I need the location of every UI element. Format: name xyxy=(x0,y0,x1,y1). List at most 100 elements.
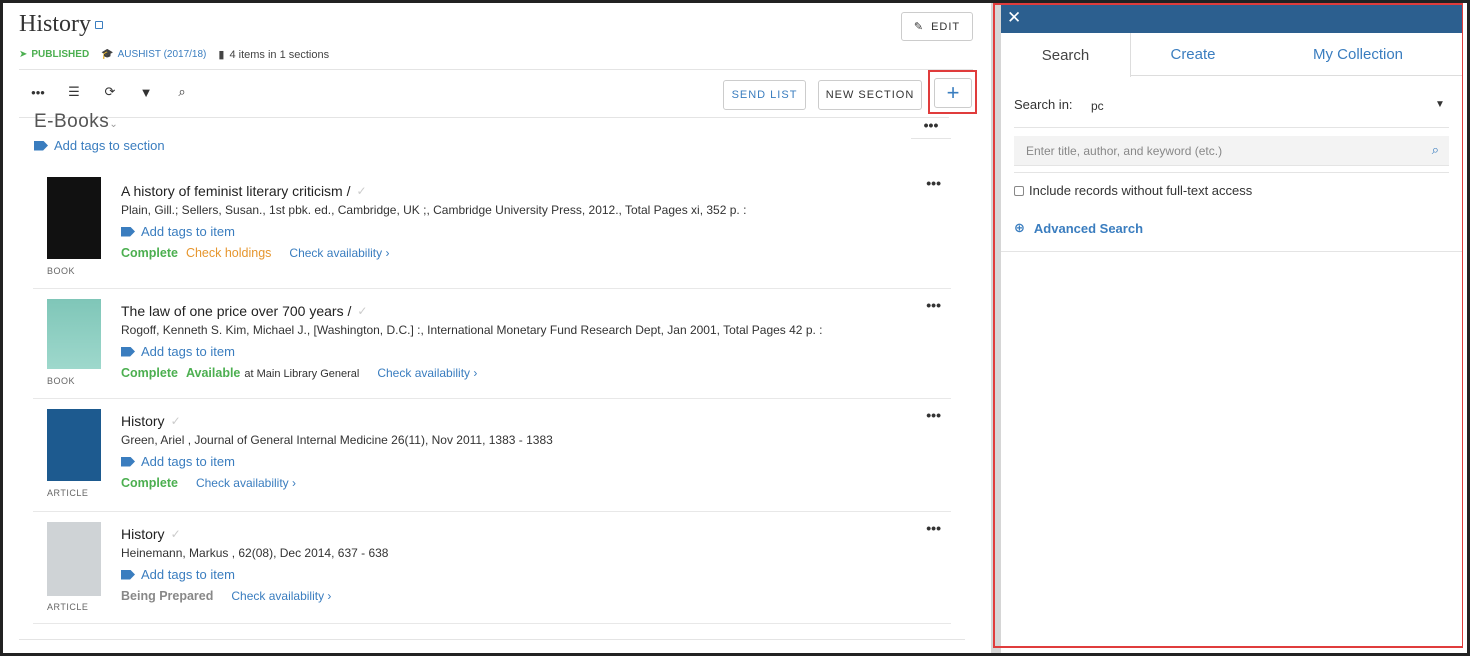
items-summary: ▮ 4 items in 1 sections xyxy=(218,48,330,62)
tab-my-collection[interactable]: My Collection xyxy=(1254,33,1462,76)
item-title-row: A history of feminist literary criticism… xyxy=(121,183,746,199)
add-tags-section-link[interactable]: Add tags to section xyxy=(34,138,165,153)
divider xyxy=(1014,127,1449,128)
add-tags-item-link[interactable]: Add tags to item xyxy=(121,224,746,239)
paper-plane-icon: ➤ xyxy=(19,49,28,60)
cover-thumbnail[interactable] xyxy=(47,299,101,369)
add-tags-item-link[interactable]: Add tags to item xyxy=(121,344,823,359)
list-item[interactable]: ARTICLE History ✓ Green, Ariel , Journal… xyxy=(33,399,951,512)
tag-icon xyxy=(121,456,135,467)
tag-icon xyxy=(34,140,48,151)
search-icon[interactable]: ⌕ xyxy=(173,83,191,101)
item-more-button[interactable]: ••• xyxy=(926,520,941,536)
status-being-prepared: Being Prepared xyxy=(121,589,214,603)
item-type: ARTICLE xyxy=(47,602,89,612)
cover-thumbnail[interactable] xyxy=(47,522,101,596)
advanced-search-label: Advanced Search xyxy=(1033,220,1144,236)
item-title-row: The law of one price over 700 years / ✓ xyxy=(121,303,823,319)
checkmark-icon[interactable]: ✓ xyxy=(357,184,367,198)
close-icon[interactable]: ✕ xyxy=(1007,8,1021,28)
add-tags-item-link[interactable]: Add tags to item xyxy=(121,454,553,469)
item-title-row: History ✓ xyxy=(121,526,388,542)
list-item[interactable]: ARTICLE History ✓ Heinemann, Markus , 62… xyxy=(33,512,951,624)
item-status-row: Complete Available at Main Library Gener… xyxy=(121,366,823,380)
status-complete: Complete xyxy=(121,246,178,260)
search-input[interactable]: Enter title, author, and keyword (etc.) … xyxy=(1014,136,1449,166)
section-title[interactable]: E-Books⌄ xyxy=(34,111,118,129)
item-list: BOOK A history of feminist literary crit… xyxy=(33,167,951,624)
include-records-label: Include records without full-text access xyxy=(1029,183,1253,198)
tag-icon xyxy=(121,226,135,237)
search-panel: ✕ Search Create My Collection Search in:… xyxy=(1001,5,1462,646)
tag-icon xyxy=(121,346,135,357)
item-title[interactable]: A history of feminist literary criticism… xyxy=(121,183,351,199)
panel-tabs: Search Create My Collection xyxy=(1001,33,1462,77)
item-status-row: Complete Check holdings Check availabili… xyxy=(121,246,746,260)
checkmark-icon[interactable]: ✓ xyxy=(357,304,367,318)
tab-create[interactable]: Create xyxy=(1132,33,1254,76)
section-more-button[interactable]: ••• xyxy=(911,118,951,139)
course-link[interactable]: 🎓 AUSHIST (2017/18) xyxy=(101,49,206,60)
add-tags-item-label: Add tags to item xyxy=(141,454,235,469)
search-placeholder: Enter title, author, and keyword (etc.) xyxy=(1026,144,1223,158)
new-section-button[interactable]: NEW SECTION xyxy=(818,80,922,110)
include-records-checkbox[interactable] xyxy=(1014,185,1024,196)
item-type: BOOK xyxy=(47,376,76,386)
add-tags-section-label: Add tags to section xyxy=(54,138,165,153)
cover-thumbnail[interactable] xyxy=(47,409,101,481)
add-item-button[interactable]: + xyxy=(934,78,972,108)
item-more-button[interactable]: ••• xyxy=(926,175,941,191)
check-availability-link[interactable]: Check availability › xyxy=(196,476,296,490)
tab-search[interactable]: Search xyxy=(1001,33,1131,77)
item-more-button[interactable]: ••• xyxy=(926,297,941,313)
edit-button[interactable]: ✎ EDIT xyxy=(901,12,973,41)
divider xyxy=(19,117,949,118)
refresh-icon[interactable]: ⟳ xyxy=(101,83,119,101)
filter-icon[interactable]: ▼ xyxy=(137,83,155,101)
edit-label: EDIT xyxy=(931,20,961,33)
check-availability-link[interactable]: Check availability › xyxy=(231,589,331,603)
search-in-select[interactable]: pc xyxy=(1091,99,1104,113)
check-availability-link[interactable]: Check availability › xyxy=(289,246,389,260)
item-content: History ✓ Heinemann, Markus , 62(08), De… xyxy=(121,526,388,603)
status-complete: Complete xyxy=(121,366,178,380)
add-tags-item-link[interactable]: Add tags to item xyxy=(121,567,388,582)
include-records-option[interactable]: Include records without full-text access xyxy=(1014,183,1252,198)
divider xyxy=(1001,251,1462,252)
list-item[interactable]: BOOK The law of one price over 700 years… xyxy=(33,289,951,399)
send-list-button[interactable]: SEND LIST xyxy=(723,80,806,110)
list-toolbar: ••• ☰ ⟳ ▼ ⌕ xyxy=(29,83,191,101)
item-status-row: Being Prepared Check availability › xyxy=(121,589,388,603)
check-holdings-link[interactable]: Check holdings xyxy=(186,246,271,260)
list-icon[interactable]: ☰ xyxy=(65,83,83,101)
published-status: ➤ PUBLISHED xyxy=(19,49,89,60)
graduation-cap-icon: 🎓 xyxy=(101,49,114,60)
item-title[interactable]: History xyxy=(121,413,165,429)
item-title[interactable]: History xyxy=(121,526,165,542)
item-title[interactable]: The law of one price over 700 years / xyxy=(121,303,351,319)
advanced-search-link[interactable]: ⊕ Advanced Search xyxy=(1014,220,1143,236)
external-link-icon[interactable] xyxy=(95,21,103,29)
chevron-down-icon[interactable]: ⌄ xyxy=(109,119,118,129)
checkmark-icon[interactable]: ✓ xyxy=(171,527,181,541)
title-row: History xyxy=(19,11,103,38)
chevron-down-icon[interactable]: ▼ xyxy=(1435,99,1445,110)
status-available: Available xyxy=(185,366,241,380)
check-availability-link[interactable]: Check availability › xyxy=(377,366,477,380)
checkmark-icon[interactable]: ✓ xyxy=(171,414,181,428)
cover-thumbnail[interactable] xyxy=(47,177,101,259)
item-content: The law of one price over 700 years / ✓ … xyxy=(121,303,823,380)
item-type: BOOK xyxy=(47,266,76,276)
status-complete: Complete xyxy=(121,476,178,490)
add-tags-item-label: Add tags to item xyxy=(141,567,235,582)
items-summary-label: 4 items in 1 sections xyxy=(229,48,330,61)
ellipsis-icon[interactable]: ••• xyxy=(29,83,47,101)
item-status-row: Complete Check availability › xyxy=(121,476,553,490)
item-citation: Plain, Gill.; Sellers, Susan., 1st pbk. … xyxy=(121,203,747,217)
divider xyxy=(19,69,973,70)
list-item[interactable]: BOOK A history of feminist literary crit… xyxy=(33,167,951,289)
search-icon[interactable]: ⌕ xyxy=(1432,142,1439,158)
item-more-button[interactable]: ••• xyxy=(926,407,941,423)
published-label: PUBLISHED xyxy=(31,49,90,60)
item-content: A history of feminist literary criticism… xyxy=(121,183,746,260)
